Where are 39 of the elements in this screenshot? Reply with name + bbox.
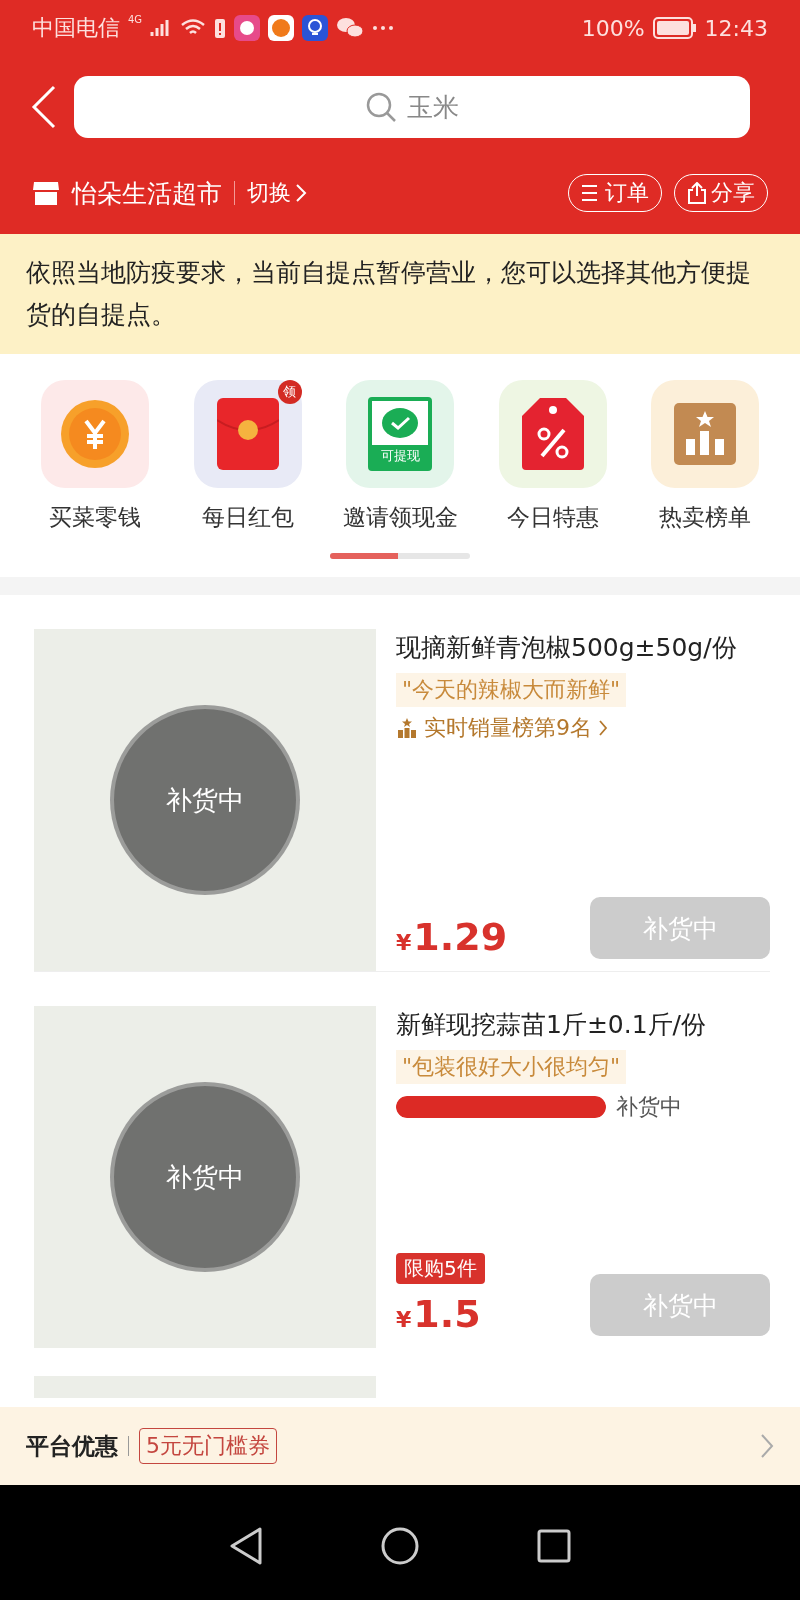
ranking-chart-icon bbox=[674, 403, 736, 465]
switch-store-link[interactable]: 切换 bbox=[247, 178, 307, 208]
coupon-tag[interactable]: 5元无门槛券 bbox=[139, 1428, 277, 1464]
restocking-overlay: 补货中 bbox=[110, 1082, 300, 1272]
product-price: ¥1.5 bbox=[396, 1292, 481, 1336]
cash-withdraw-icon: 可提现 bbox=[368, 397, 432, 471]
lightbulb-icon bbox=[302, 15, 329, 41]
envelope-icon bbox=[216, 398, 279, 470]
search-field[interactable]: 玉米 bbox=[74, 76, 750, 138]
review-quote: "包装很好大小很均匀" bbox=[396, 1050, 627, 1084]
coupon-label: 平台优惠 bbox=[26, 1431, 118, 1461]
share-icon bbox=[687, 182, 707, 204]
restocking-overlay: 补货中 bbox=[110, 705, 300, 895]
product-price: ¥1.29 bbox=[396, 915, 508, 959]
store-name: 怡朵生活超市 bbox=[72, 177, 222, 210]
chevron-right-icon bbox=[295, 183, 307, 203]
stock-status: 补货中 bbox=[616, 1093, 682, 1121]
review-quote: "今天的辣椒大而新鲜" bbox=[396, 673, 627, 707]
search-icon bbox=[365, 91, 397, 123]
clock-time: 12:43 bbox=[704, 15, 768, 41]
chevron-right-icon bbox=[598, 719, 608, 737]
more-icon bbox=[372, 25, 395, 31]
battery-percent: 100% bbox=[581, 15, 645, 41]
ranking-chart-icon bbox=[396, 717, 418, 739]
home-icon[interactable] bbox=[381, 1527, 419, 1565]
carrier-name: 中国电信 bbox=[32, 14, 120, 42]
app-notification-icon bbox=[234, 15, 261, 41]
app-notification-icon bbox=[268, 15, 295, 41]
coin-icon bbox=[60, 399, 130, 469]
network-type: 4G bbox=[128, 14, 143, 25]
store-icon bbox=[32, 180, 60, 206]
recents-icon[interactable] bbox=[537, 1529, 571, 1563]
battery-icon bbox=[652, 17, 697, 39]
back-icon[interactable] bbox=[229, 1526, 263, 1566]
notice-banner: 依照当地防疫要求，当前自提点暂停营业，您可以选择其他方便提货的自提点。 bbox=[0, 234, 800, 354]
purchase-limit-tag: 限购5件 bbox=[396, 1253, 485, 1284]
discount-tag-icon bbox=[521, 398, 584, 470]
chat-icon bbox=[336, 16, 365, 40]
battery-alert-icon bbox=[214, 17, 227, 39]
